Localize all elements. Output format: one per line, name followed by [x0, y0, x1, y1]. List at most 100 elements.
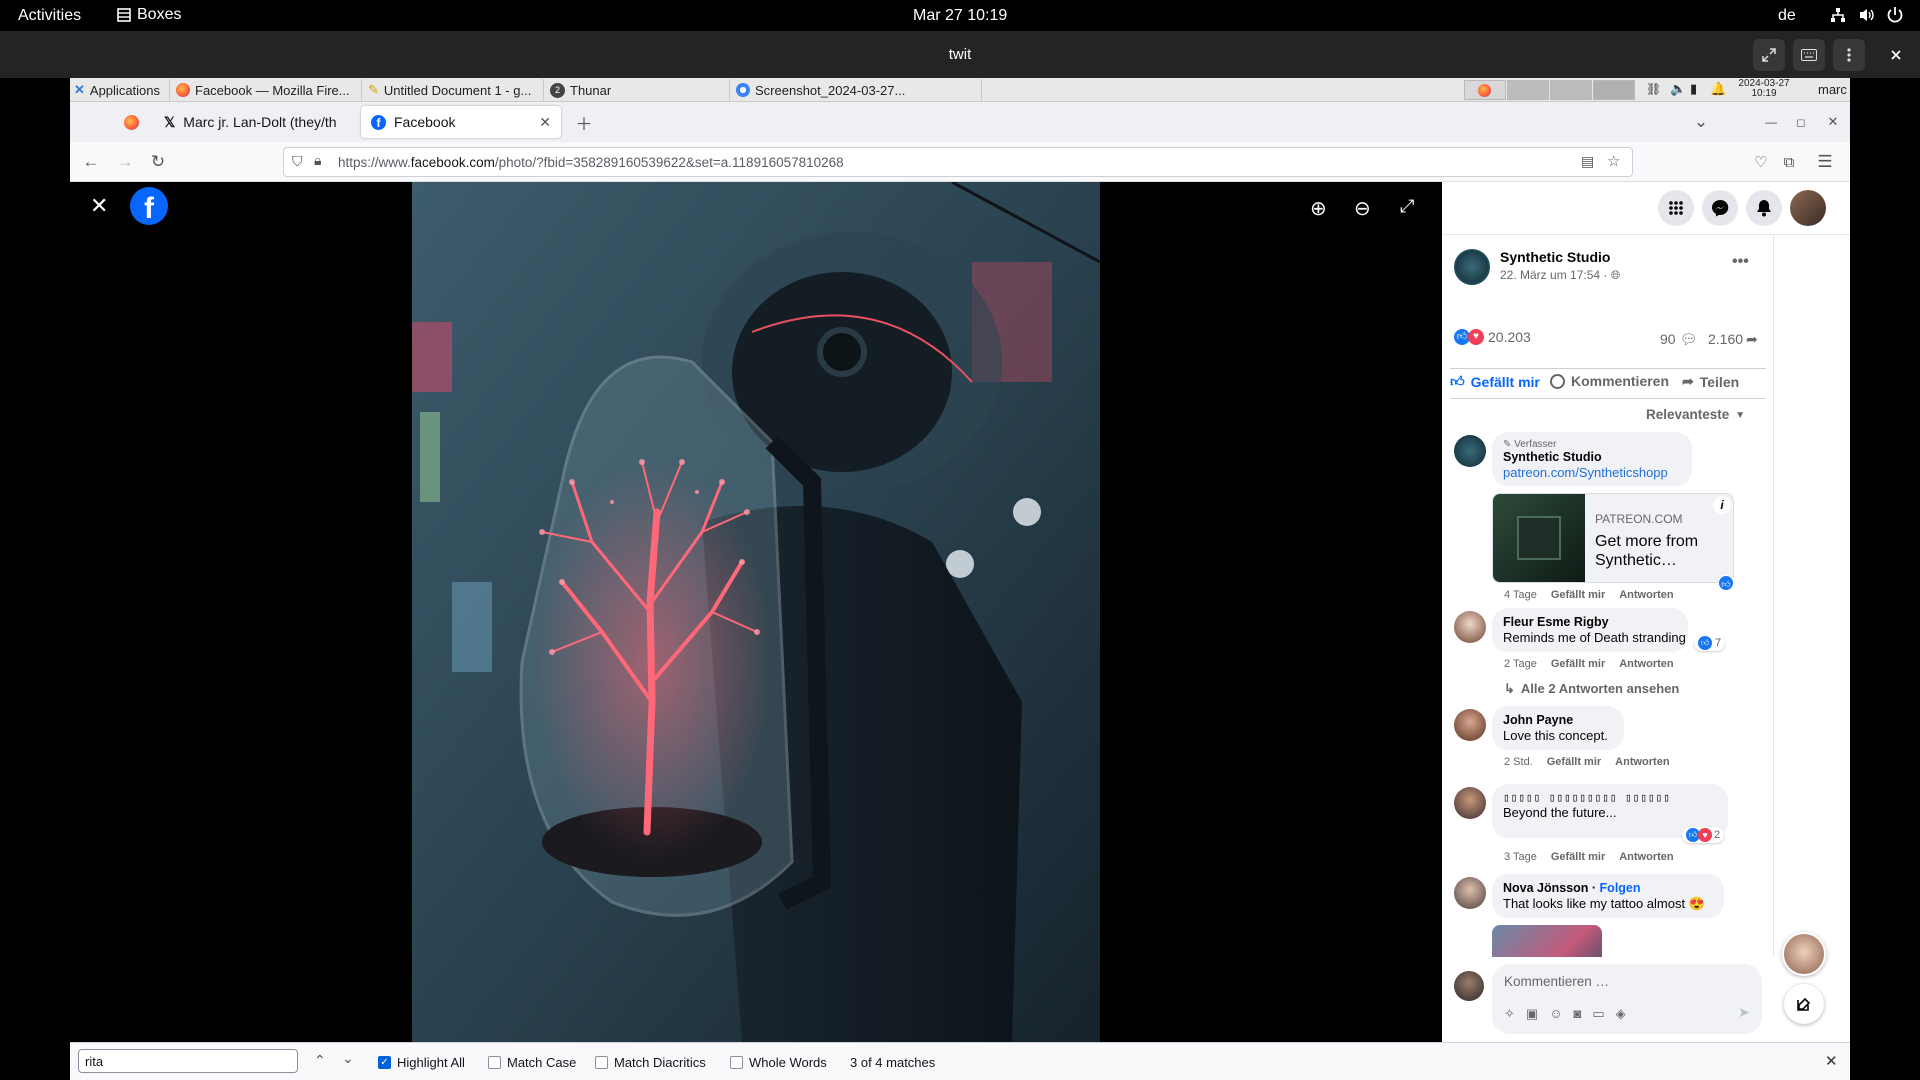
- match-diacritics-checkbox[interactable]: Match Diacritics: [595, 1055, 706, 1070]
- post-options-button[interactable]: •••: [1732, 253, 1749, 271]
- new-tab-button[interactable]: ＋: [573, 111, 595, 134]
- comment-like-link[interactable]: Gefällt mir: [1551, 658, 1605, 670]
- firefox-view-tab[interactable]: [114, 106, 150, 138]
- comment-author[interactable]: Synthetic Studio: [1503, 450, 1681, 464]
- info-icon[interactable]: i: [1713, 496, 1731, 514]
- camera-icon[interactable]: ◙: [1573, 1006, 1581, 1022]
- menu-grid-button[interactable]: [1658, 190, 1694, 226]
- fullscreen-button[interactable]: [1753, 39, 1785, 71]
- notification-tray-icon[interactable]: 🔔: [1710, 81, 1726, 97]
- share-button[interactable]: ➦ Teilen: [1682, 373, 1739, 390]
- network-icon[interactable]: [1830, 7, 1846, 23]
- clock[interactable]: Mar 27 10:19: [913, 7, 1007, 25]
- task-thunar[interactable]: 2 Thunar: [546, 79, 730, 101]
- lock-icon[interactable]: 🔒︎: [314, 152, 321, 169]
- maximize-button[interactable]: ◻: [1790, 111, 1812, 133]
- view-replies-link[interactable]: ↳ Alle 2 Antworten ansehen: [1504, 681, 1679, 697]
- reload-button[interactable]: ↻: [147, 151, 169, 173]
- bookmark-star-icon[interactable]: ☆: [1607, 152, 1620, 170]
- zoom-out-button[interactable]: ⊖: [1354, 196, 1371, 221]
- facebook-logo[interactable]: f: [130, 187, 168, 225]
- workspace-4[interactable]: [1593, 80, 1635, 100]
- comment-avatar[interactable]: [1454, 709, 1486, 741]
- panel-clock[interactable]: 2024-03-27 10:19: [1736, 79, 1792, 99]
- task-untitled-document[interactable]: ✎ Untitled Document 1 - g...: [364, 79, 544, 101]
- reader-view-icon[interactable]: ▤: [1581, 153, 1594, 170]
- comment-author[interactable]: Nova Jönsson: [1503, 881, 1588, 895]
- comment-like-link[interactable]: Gefällt mir: [1551, 589, 1605, 601]
- applications-menu[interactable]: ✕ Applications: [70, 79, 170, 101]
- avatar-sticker-icon[interactable]: ✧: [1504, 1006, 1515, 1022]
- comment-reply-link[interactable]: Antworten: [1619, 589, 1673, 601]
- close-tab-icon[interactable]: ✕: [539, 114, 551, 131]
- comment-reactions[interactable]: 👍︎ 7: [1694, 635, 1726, 651]
- gif-icon[interactable]: ▭: [1592, 1006, 1604, 1022]
- whole-words-checkbox[interactable]: Whole Words: [730, 1055, 827, 1070]
- forward-button[interactable]: →: [114, 151, 136, 173]
- network-tray-icon[interactable]: ⛓: [1646, 82, 1661, 96]
- reactions-summary[interactable]: 👍︎ ♥ 20.203: [1454, 329, 1531, 345]
- workspace-2[interactable]: [1507, 80, 1549, 100]
- post-photo[interactable]: [412, 182, 1100, 1042]
- task-facebook-firefox[interactable]: Facebook — Mozilla Fire...: [172, 79, 362, 101]
- close-find-bar-button[interactable]: ✕: [1825, 1052, 1838, 1070]
- comment-reply-link[interactable]: Antworten: [1619, 851, 1673, 863]
- comment-like-link[interactable]: Gefällt mir: [1551, 851, 1605, 863]
- notifications-button[interactable]: [1746, 190, 1782, 226]
- comment-button[interactable]: Kommentieren: [1550, 373, 1669, 389]
- shares-count-link[interactable]: 2.160 ➦: [1708, 331, 1758, 348]
- activities-button[interactable]: Activities: [18, 7, 81, 25]
- follow-link[interactable]: Folgen: [1600, 881, 1641, 895]
- comment-link[interactable]: patreon.com/Syntheticshopp: [1503, 465, 1668, 480]
- close-window-button[interactable]: [1880, 39, 1912, 71]
- list-all-tabs-button[interactable]: ⌄: [1690, 111, 1712, 133]
- panel-user[interactable]: marc: [1818, 82, 1847, 97]
- link-preview-card[interactable]: PATREON.COM Get more from Synthetic… i: [1492, 493, 1734, 583]
- comment-avatar[interactable]: [1454, 435, 1486, 467]
- highlight-all-checkbox[interactable]: ✓ Highlight All: [378, 1055, 465, 1070]
- messenger-button[interactable]: [1702, 190, 1738, 226]
- comment-avatar[interactable]: [1454, 877, 1486, 909]
- zoom-in-button[interactable]: ⊕: [1310, 196, 1327, 221]
- send-icon[interactable]: ➤: [1738, 1004, 1750, 1021]
- tab-facebook[interactable]: f Facebook ✕: [361, 106, 561, 138]
- comment-reply-link[interactable]: Antworten: [1619, 658, 1673, 670]
- profile-avatar[interactable]: [1790, 190, 1826, 226]
- find-next-button[interactable]: ⌄: [342, 1050, 354, 1067]
- extensions-button[interactable]: ⧉: [1778, 151, 1800, 173]
- close-firefox-button[interactable]: ✕: [1822, 111, 1844, 133]
- sticker-icon[interactable]: ▣: [1526, 1006, 1538, 1022]
- comment-input[interactable]: Kommentieren … ✧ ▣ ☺ ◙ ▭ ◈ ➤: [1492, 964, 1762, 1034]
- battery-tray-icon[interactable]: ▮: [1690, 81, 1697, 97]
- task-screenshot[interactable]: Screenshot_2024-03-27...: [732, 79, 982, 101]
- app-menu-button[interactable]: ☰: [1814, 151, 1836, 173]
- new-message-button[interactable]: [1784, 984, 1824, 1024]
- menu-button[interactable]: [1833, 39, 1865, 71]
- like-button[interactable]: 👍︎ Gefällt mir: [1450, 373, 1540, 390]
- sort-comments-dropdown[interactable]: Relevanteste ▼: [1646, 407, 1745, 422]
- find-input[interactable]: rita: [78, 1049, 298, 1073]
- comment-avatar[interactable]: [1454, 611, 1486, 643]
- page-avatar[interactable]: [1454, 249, 1490, 285]
- find-previous-button[interactable]: ⌃: [314, 1052, 326, 1069]
- comments-count-link[interactable]: 90 💬︎: [1660, 331, 1697, 348]
- comment-author[interactable]: John Payne: [1503, 713, 1613, 727]
- volume-icon[interactable]: [1858, 7, 1876, 23]
- comment-like-link[interactable]: Gefällt mir: [1547, 756, 1601, 768]
- minimize-button[interactable]: —: [1760, 111, 1782, 133]
- vm-display[interactable]: ✕ Applications Facebook — Mozilla Fire..…: [70, 78, 1850, 1080]
- comment-author[interactable]: ▯▯▯▯▯ ▯▯▯▯▯▯▯▯▯ ▯▯▯▯▯▯: [1503, 791, 1717, 804]
- chat-head-avatar[interactable]: [1782, 932, 1826, 976]
- shield-icon[interactable]: ⛉: [292, 153, 303, 170]
- pocket-button[interactable]: ♡: [1750, 151, 1772, 173]
- volume-tray-icon[interactable]: 🔈: [1670, 81, 1686, 97]
- comment-reactions[interactable]: 👍︎ ♥ 2: [1682, 827, 1725, 843]
- tab-marc-x[interactable]: 𝕏 Marc jr. Lan-Dolt (they/th: [154, 106, 360, 138]
- close-photo-button[interactable]: ✕: [90, 194, 114, 218]
- keyboard-layout-indicator[interactable]: de: [1778, 7, 1796, 25]
- emoji-icon[interactable]: ☺: [1549, 1006, 1562, 1022]
- comment-reply-link[interactable]: Antworten: [1615, 756, 1669, 768]
- match-case-checkbox[interactable]: Match Case: [488, 1055, 576, 1070]
- sticker-face-icon[interactable]: ◈: [1616, 1006, 1626, 1022]
- workspace-1[interactable]: [1464, 80, 1506, 100]
